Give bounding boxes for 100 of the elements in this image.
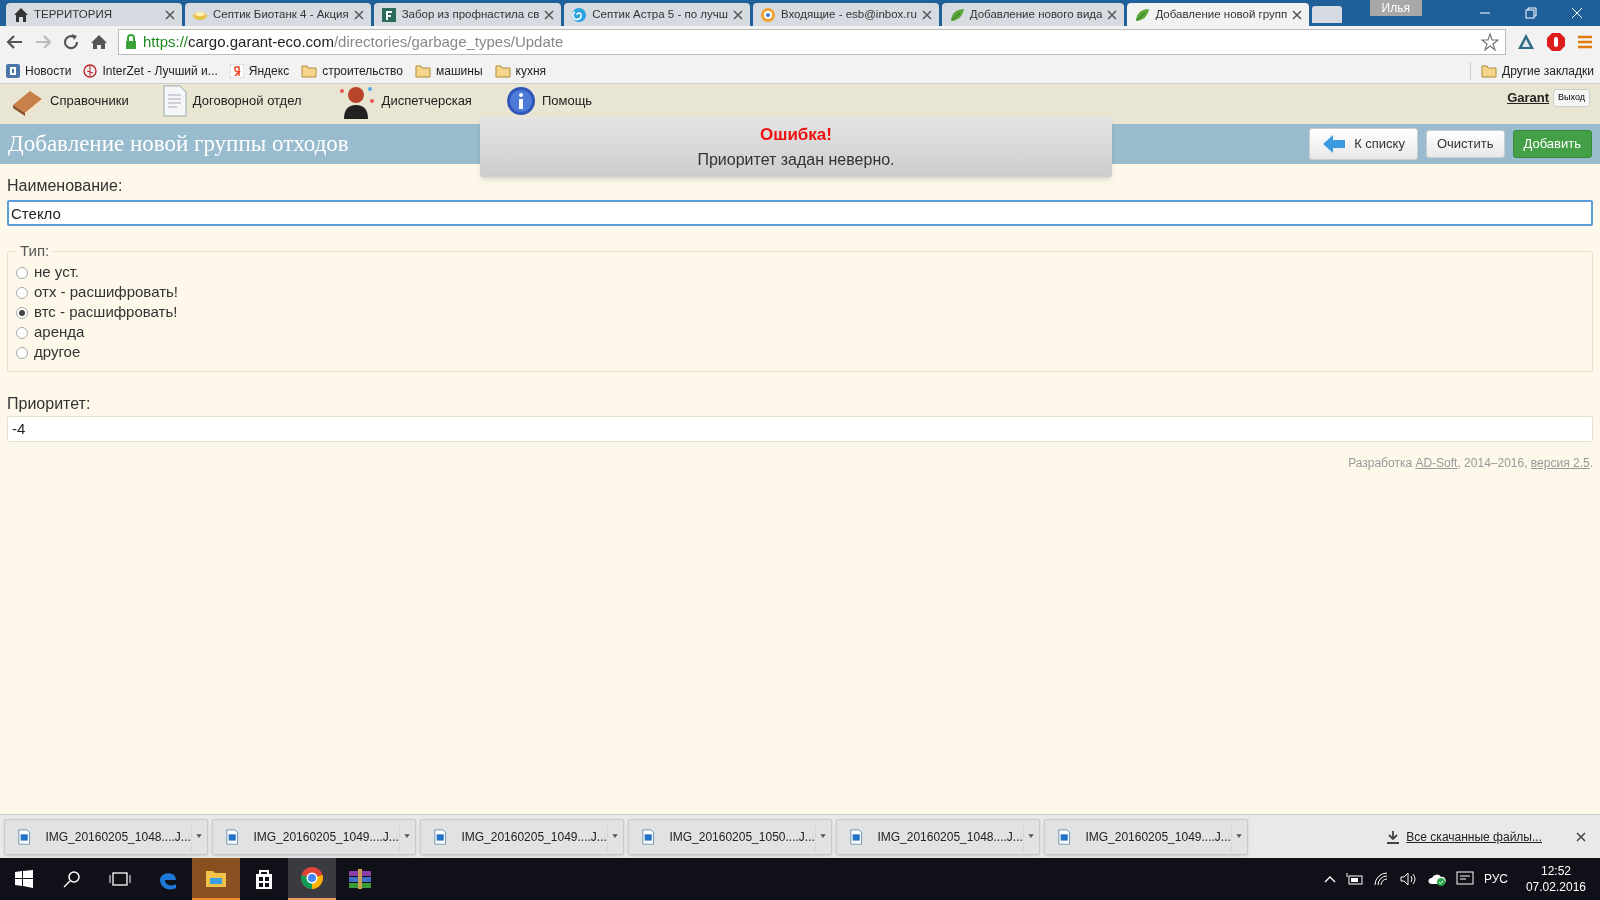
close-icon[interactable] bbox=[353, 9, 364, 20]
taskbar-app[interactable] bbox=[288, 858, 336, 900]
image-file-icon bbox=[849, 827, 864, 846]
download-icon bbox=[1386, 829, 1401, 844]
clock-time[interactable]: 12:52 bbox=[1540, 863, 1571, 879]
close-icon[interactable] bbox=[165, 9, 175, 20]
image-file-icon bbox=[641, 827, 656, 846]
browser-tab[interactable]: Забор из профнастила св bbox=[373, 3, 562, 26]
browser-tab[interactable]: Септик Астра 5 - по лучш bbox=[564, 3, 750, 26]
home-icon bbox=[13, 6, 29, 23]
bookmark-folder[interactable]: Другие закладки bbox=[1470, 61, 1594, 80]
radio-button[interactable] bbox=[16, 266, 28, 279]
browser-tab[interactable]: Входящие - esb@inbox.ru bbox=[752, 3, 939, 26]
wifi-icon[interactable] bbox=[1373, 872, 1390, 886]
close-icon[interactable] bbox=[1576, 831, 1586, 842]
nav-item[interactable]: Диспетчерская bbox=[335, 83, 472, 119]
notification-icon[interactable] bbox=[1455, 871, 1474, 887]
radio-option[interactable]: не уст. bbox=[16, 262, 1584, 283]
nav-label: Договорной отдел bbox=[192, 92, 302, 111]
folder-icon bbox=[301, 63, 318, 78]
reload-icon[interactable] bbox=[62, 33, 80, 51]
browser-tab[interactable]: Септик Биотанк 4 - Акция bbox=[185, 3, 371, 26]
nav-label: Помощь bbox=[541, 92, 593, 111]
radio-option[interactable]: аренда bbox=[16, 322, 1584, 343]
stop-sign-icon[interactable] bbox=[1546, 32, 1566, 52]
clear-button[interactable]: Очистить bbox=[1425, 130, 1505, 158]
image-file-icon bbox=[17, 827, 32, 846]
spiral-icon bbox=[571, 6, 588, 23]
logout-button[interactable]: Выход bbox=[1553, 89, 1590, 107]
user-link[interactable]: Garant bbox=[1507, 88, 1550, 108]
chrome-icon bbox=[300, 866, 324, 890]
close-icon[interactable] bbox=[732, 9, 743, 20]
back-icon[interactable] bbox=[6, 33, 24, 51]
nav-item[interactable]: Помощь bbox=[505, 86, 593, 116]
radio-option[interactable]: отх - расшифровать! bbox=[16, 282, 1584, 303]
close-icon[interactable] bbox=[544, 9, 555, 20]
extension-icon[interactable] bbox=[1516, 32, 1536, 52]
close-icon[interactable] bbox=[921, 9, 932, 20]
radio-option[interactable]: втс - расшифровать! bbox=[16, 302, 1584, 323]
bookmark-item[interactable]: машины bbox=[415, 61, 483, 80]
field-label: Наименование: bbox=[7, 176, 124, 196]
battery-icon[interactable] bbox=[1345, 873, 1364, 885]
group-legend: Тип: bbox=[16, 240, 54, 263]
info-icon bbox=[505, 86, 536, 116]
radio-option[interactable]: другое bbox=[16, 342, 1584, 363]
browser-tab[interactable]: ТЕРРИТОРИЯ bbox=[6, 3, 182, 26]
bookmark-item[interactable]: InterZet - Лучший и... bbox=[83, 61, 218, 80]
footer-text: Разработка AD-Soft, 2014–2016, версия 2.5. bbox=[1348, 454, 1593, 472]
bookmark-item[interactable]: Новости bbox=[6, 61, 72, 80]
download-item[interactable]: IMG_20160205_1049....J... bbox=[420, 818, 624, 855]
file-name: IMG_20160205_1048....J... bbox=[45, 828, 191, 846]
priority-field[interactable]: -4 bbox=[7, 415, 1593, 442]
close-icon[interactable] bbox=[1107, 9, 1118, 20]
browser-tab[interactable]: Добавление новой групп bbox=[1127, 3, 1310, 26]
bookmark-label: строительство bbox=[322, 62, 404, 80]
bookmark-item[interactable]: строительство bbox=[301, 61, 404, 80]
radio-button[interactable] bbox=[16, 346, 28, 359]
at-sign-icon bbox=[759, 6, 776, 23]
clock-date[interactable]: 07.02.2016 bbox=[1525, 879, 1586, 895]
star-icon[interactable] bbox=[1481, 33, 1499, 51]
home-icon[interactable] bbox=[90, 33, 108, 51]
radio-button[interactable] bbox=[16, 286, 28, 299]
nav-item[interactable]: Справочники bbox=[10, 85, 129, 117]
nav-item[interactable]: Договорной отдел bbox=[162, 85, 302, 117]
download-item[interactable]: IMG_20160205_1048....J... bbox=[4, 818, 208, 855]
download-item[interactable]: IMG_20160205_1049....J... bbox=[1044, 818, 1248, 855]
download-item[interactable]: IMG_20160205_1048....J... bbox=[836, 818, 1040, 855]
back-button[interactable]: К списку bbox=[1309, 128, 1418, 160]
menu-icon[interactable] bbox=[1576, 33, 1594, 51]
name-field[interactable]: Стекло bbox=[7, 200, 1593, 226]
radio-button[interactable] bbox=[16, 306, 28, 319]
address-bar[interactable]: https://cargo.garant-eco.com/directories/garbage_types/Update bbox=[118, 29, 1506, 55]
all-downloads-link[interactable]: Все скачанные файлы... bbox=[1406, 827, 1542, 846]
cloud-check-icon[interactable] bbox=[1427, 872, 1446, 886]
file-name: IMG_20160205_1049....J... bbox=[461, 828, 607, 846]
language-indicator[interactable]: РУС bbox=[1483, 870, 1508, 888]
image-file-icon bbox=[433, 827, 448, 846]
bookmark-label: машины bbox=[436, 62, 483, 80]
bookmark-item[interactable]: кухня bbox=[494, 61, 547, 80]
speaker-icon[interactable] bbox=[1399, 872, 1418, 886]
tab-title: Входящие - esb@inbox.ru bbox=[780, 6, 917, 22]
new-tab-button[interactable] bbox=[1312, 6, 1343, 23]
yandex-icon bbox=[229, 63, 244, 78]
lock-icon bbox=[125, 34, 137, 50]
chevron-up-icon[interactable] bbox=[1323, 875, 1336, 883]
archive-books-icon bbox=[348, 869, 372, 889]
bookmark-label: Новости bbox=[25, 62, 72, 80]
image-file-icon bbox=[225, 827, 240, 846]
nav-label: Диспетчерская bbox=[381, 92, 472, 111]
tab-title: Септик Астра 5 - по лучш bbox=[592, 6, 728, 22]
browser-tab[interactable]: Добавление нового вида bbox=[941, 3, 1125, 26]
radio-button[interactable] bbox=[16, 326, 28, 339]
download-item[interactable]: IMG_20160205_1050....J... bbox=[628, 818, 832, 855]
radio-label: аренда bbox=[34, 322, 85, 343]
radio-label: втс - расшифровать! bbox=[34, 302, 178, 323]
bookmark-label: InterZet - Лучший и... bbox=[102, 62, 218, 80]
bookmark-item[interactable]: Яндекс bbox=[229, 61, 290, 80]
task-view-icon bbox=[109, 871, 131, 887]
close-icon[interactable] bbox=[1292, 9, 1303, 20]
download-item[interactable]: IMG_20160205_1049....J... bbox=[212, 818, 416, 855]
